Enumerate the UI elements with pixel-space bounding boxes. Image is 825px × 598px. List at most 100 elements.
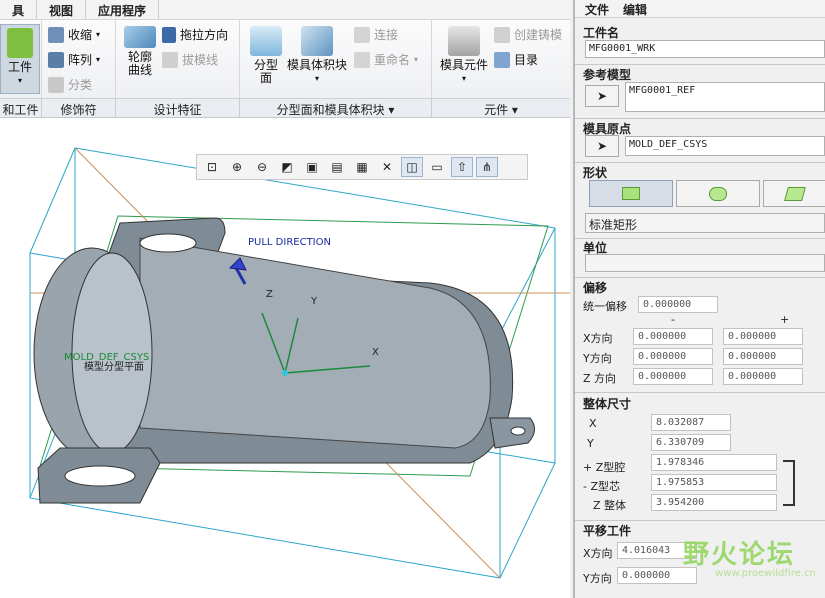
size-x-label: X	[589, 417, 597, 430]
cavity-label: + Z型腔	[583, 461, 626, 474]
watermark: 野火论坛	[683, 540, 796, 570]
box-edge	[499, 462, 556, 579]
group-modifiers: 收缩 ▾ 阵列 ▾ 分类	[42, 20, 116, 98]
core-field[interactable]: 1.975853	[651, 474, 777, 491]
ribbon: 工件 ▾ 收缩 ▾ 阵列 ▾ 分类 轮廓 曲线 拖拉方向 拔模线 分型 面 模具体积…	[0, 20, 570, 98]
select-mold-origin-button[interactable]: ➤	[585, 135, 619, 157]
classify-button[interactable]: 分类	[48, 76, 92, 93]
group-design: 轮廓 曲线 拖拉方向 拔模线	[116, 20, 240, 98]
size-x-field[interactable]: 8.032087	[651, 414, 731, 431]
shape-custom-button[interactable]	[763, 180, 825, 207]
x-direction-label: X方向	[583, 332, 613, 345]
size-y-field[interactable]: 6.330709	[651, 434, 731, 451]
zoom-out-icon[interactable]: ⊖	[251, 157, 273, 177]
workpiece-button[interactable]: 工件 ▾	[0, 24, 40, 94]
display-style-icon[interactable]: ▣	[301, 157, 323, 177]
translate-x-label: X方向	[583, 547, 613, 560]
menu-applications[interactable]: 应用程序	[86, 0, 160, 19]
spin-center-icon[interactable]: ◫	[401, 157, 423, 177]
offset-label: 偏移	[583, 281, 608, 295]
parting-plane-label: 模型分型平面	[84, 362, 144, 373]
z-direction-label: Z 方向	[583, 372, 617, 385]
group-label-components[interactable]: 元件 ▾	[432, 99, 570, 117]
group-components: 模具元件 ▾ 创建铸模 目录	[432, 20, 570, 98]
connect-button[interactable]: 连接	[354, 26, 398, 43]
catalog-button[interactable]: 目录	[494, 51, 538, 68]
group-label-design: 设计特征	[116, 99, 240, 117]
contour-curve-button[interactable]: 轮廓 曲线	[120, 26, 160, 77]
box-edge	[29, 147, 76, 254]
shape-box-button[interactable]	[589, 180, 673, 207]
divider	[575, 392, 825, 393]
repaint-icon[interactable]: ◩	[276, 157, 298, 177]
connect-icon	[354, 26, 370, 43]
shrink-icon	[48, 26, 64, 43]
pull-direction-display-icon[interactable]: ⇧	[451, 157, 473, 177]
workpiece-name-label: 工件名	[583, 26, 620, 40]
axis-z-label: Z	[266, 289, 273, 300]
select-ref-model-button[interactable]: ➤	[585, 85, 619, 107]
catalog-icon	[494, 51, 510, 68]
cavity-field[interactable]: 1.978346	[651, 454, 777, 471]
total-field[interactable]: 3.954200	[651, 494, 777, 511]
shape-dropdown[interactable]: 标准矩形	[585, 213, 825, 233]
graphics-viewport[interactable]: ⊡ ⊕ ⊖ ◩ ▣ ▤ ▦ ✕ ◫ ▭ ⇧ ⋔ PULL DIRECTION Z…	[0, 118, 570, 598]
workpiece-panel: 文件 编辑 工件名 MFG0001_WRK 参考模型 ➤ MFG0001_REF…	[573, 0, 825, 598]
annotation-icon[interactable]: ▭	[426, 157, 448, 177]
divider	[575, 64, 825, 65]
panel-menu: 文件 编辑	[575, 0, 825, 18]
datum-display-icon[interactable]: ✕	[376, 157, 398, 177]
ref-model-field[interactable]: MFG0001_REF	[625, 82, 825, 112]
y-direction-label: Y方向	[583, 352, 612, 365]
pull-direction-icon	[162, 26, 176, 43]
x-plus-field[interactable]: 0.000000	[723, 328, 803, 345]
zoom-in-icon[interactable]: ⊕	[226, 157, 248, 177]
view-toolbar: ⊡ ⊕ ⊖ ◩ ▣ ▤ ▦ ✕ ◫ ▭ ⇧ ⋔	[196, 154, 528, 180]
divider	[575, 238, 825, 239]
workpiece-name-field[interactable]: MFG0001_WRK	[585, 40, 825, 58]
menu-view[interactable]: 视图	[37, 0, 87, 19]
uniform-offset-field[interactable]: 0.000000	[638, 296, 718, 313]
parting-surface-button[interactable]: 分型 面	[246, 26, 286, 85]
panel-menu-edit[interactable]: 编辑	[623, 1, 647, 17]
x-minus-field[interactable]: 0.000000	[633, 328, 713, 345]
cursor-arrow-icon: ➤	[596, 89, 608, 103]
y-minus-field[interactable]: 0.000000	[633, 348, 713, 365]
create-casting-icon	[494, 26, 510, 43]
csys-display-icon[interactable]: ⋔	[476, 157, 498, 177]
z-plus-field[interactable]: 0.000000	[723, 368, 803, 385]
custom-shape-icon	[784, 186, 806, 201]
box-edge	[499, 227, 556, 334]
translate-y-label: Y方向	[583, 572, 612, 585]
array-button[interactable]: 阵列 ▾	[48, 51, 100, 68]
rename-button[interactable]: 重命名 ▾	[354, 51, 418, 68]
overall-size-label: 整体尺寸	[583, 397, 632, 411]
create-casting-button[interactable]: 创建铸模	[494, 26, 562, 43]
menu-tools[interactable]: 具	[0, 0, 38, 19]
panel-menu-file[interactable]: 文件	[585, 1, 609, 17]
divider	[575, 520, 825, 521]
contour-curve-icon	[124, 26, 156, 48]
workpiece-icon	[7, 28, 33, 58]
y-plus-field[interactable]: 0.000000	[723, 348, 803, 365]
view-manager-icon[interactable]: ▦	[351, 157, 373, 177]
saved-views-icon[interactable]: ▤	[326, 157, 348, 177]
group-workpiece: 工件 ▾	[0, 20, 42, 98]
shrink-button[interactable]: 收缩 ▾	[48, 26, 100, 43]
shape-cylinder-button[interactable]	[676, 180, 760, 207]
refit-icon[interactable]: ⊡	[201, 157, 223, 177]
total-label: Z 整体	[593, 499, 627, 512]
draft-check-button[interactable]: 拔模线	[162, 51, 218, 68]
mold-volume-button[interactable]: 模具体积块 ▾	[284, 26, 350, 85]
plus-header: +	[780, 313, 790, 326]
mold-component-button[interactable]: 模具元件 ▾	[436, 26, 492, 85]
classify-icon	[48, 76, 64, 93]
group-label-parting[interactable]: 分型面和模具体积块 ▾	[240, 99, 432, 117]
z-minus-field[interactable]: 0.000000	[633, 368, 713, 385]
pull-direction-button[interactable]: 拖拉方向	[162, 26, 228, 43]
unit-field[interactable]	[585, 254, 825, 272]
size-y-label: Y	[587, 437, 594, 450]
mold-origin-field[interactable]: MOLD_DEF_CSYS	[625, 136, 825, 156]
divider	[575, 277, 825, 278]
axis-y-label: Y	[311, 296, 318, 307]
